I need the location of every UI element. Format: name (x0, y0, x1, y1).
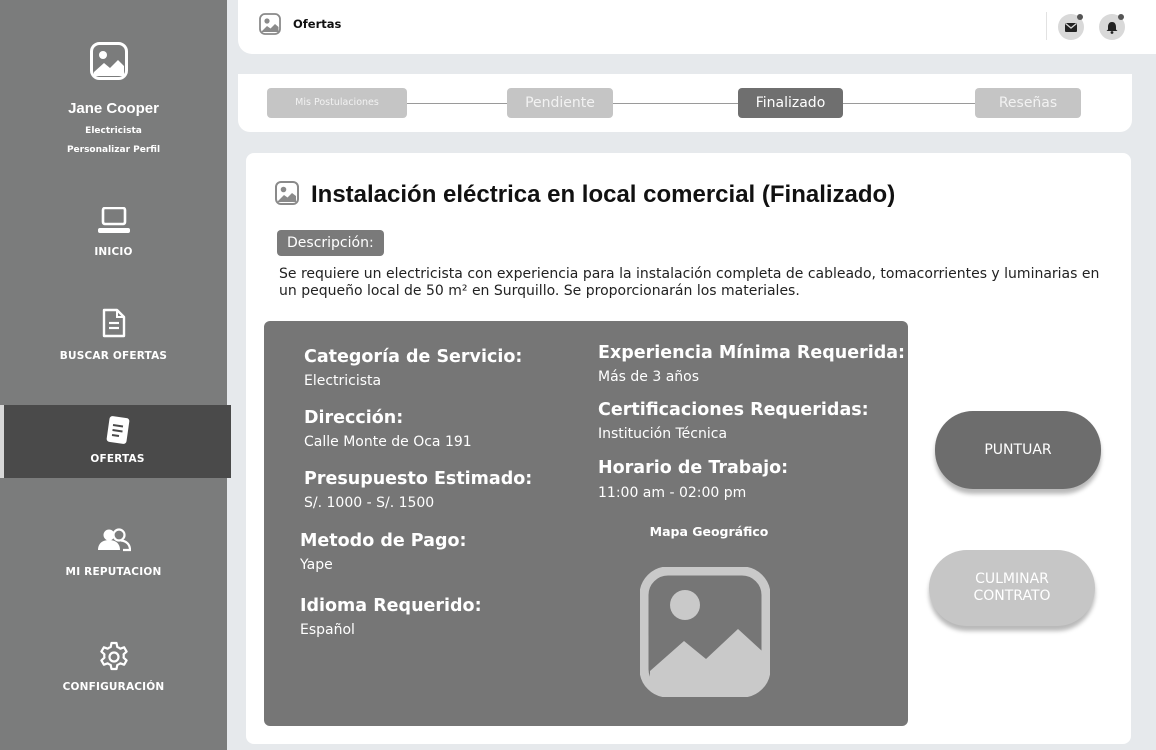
presupuesto-value: S/. 1000 - S/. 1500 (304, 495, 435, 511)
categoria-label: Categoría de Servicio: (304, 347, 523, 367)
edit-profile-link[interactable]: Personalizar Perfil (0, 145, 227, 155)
image-icon (259, 13, 281, 35)
puntuar-button[interactable]: PUNTUAR (935, 411, 1101, 489)
step-pendiente[interactable]: Pendiente (507, 88, 613, 118)
top-header: Ofertas (238, 0, 1156, 54)
horario-label: Horario de Trabajo: (598, 458, 789, 478)
nav-label-mi-reputacion: MI REPUTACION (65, 566, 162, 578)
nav-label-ofertas: OFERTAS (90, 453, 145, 465)
certificaciones-label: Certificaciones Requeridas: (598, 400, 869, 420)
direccion-value: Calle Monte de Oca 191 (304, 434, 472, 450)
nav-item-mi-reputacion[interactable]: MI REPUTACION (0, 518, 227, 591)
nav-label-buscar-ofertas: BUSCAR OFERTAS (59, 350, 168, 362)
header-divider (1046, 12, 1047, 40)
experiencia-label: Experiencia Mínima Requerida: (598, 343, 906, 363)
notepad-icon (106, 416, 129, 444)
users-icon (97, 528, 131, 552)
map-image-icon (640, 567, 770, 697)
offer-title: Instalación eléctrica en local comercial… (311, 181, 896, 208)
offer-card: Instalación eléctrica en local comercial… (246, 153, 1131, 744)
nav-label-inicio: INICIO (94, 246, 133, 258)
page-title: Ofertas (293, 17, 342, 31)
pago-value: Yape (300, 557, 333, 573)
avatar-image-icon (90, 42, 128, 80)
presupuesto-label: Presupuesto Estimado: (304, 469, 533, 489)
mail-button[interactable] (1058, 14, 1084, 40)
gear-icon (99, 641, 128, 671)
nav-item-configuracion[interactable]: CONFIGURACIÓN (0, 630, 227, 703)
notifications-button[interactable] (1099, 14, 1125, 40)
map-label: Mapa Geográfico (649, 524, 769, 539)
direccion-label: Dirección: (304, 408, 404, 428)
culminar-contrato-button[interactable]: CULMINAR CONTRATO (929, 550, 1095, 626)
offer-description: Se requiere un electricista con experien… (279, 266, 1100, 299)
offer-details-panel: Categoría de Servicio: Electricista Dire… (264, 321, 908, 726)
horario-value: 11:00 am - 02:00 pm (598, 485, 747, 501)
nav-label-configuracion: CONFIGURACIÓN (62, 681, 165, 693)
mail-icon (1065, 22, 1077, 32)
laptop-icon (97, 207, 130, 233)
profile-name: Jane Cooper (68, 100, 159, 117)
pago-label: Metodo de Pago: (300, 531, 467, 551)
nav-item-inicio[interactable]: INICIO (0, 196, 227, 269)
nav-item-ofertas[interactable]: OFERTAS (0, 405, 231, 478)
bell-icon (1106, 22, 1118, 34)
description-label: Descripción: (277, 230, 384, 256)
profile-role: Electricista (85, 126, 142, 136)
image-icon (275, 181, 299, 205)
idioma-value: Español (300, 622, 355, 638)
step-mis-postulaciones[interactable]: Mis Postulaciones (267, 88, 407, 118)
idioma-label: Idioma Requerido: (300, 596, 482, 616)
nav-item-buscar-ofertas[interactable]: BUSCAR OFERTAS (0, 300, 227, 373)
notification-dot (1118, 14, 1124, 20)
step-resenas[interactable]: Reseñas (975, 88, 1081, 118)
step-finalizado[interactable]: Finalizado (738, 88, 843, 118)
experiencia-value: Más de 3 años (598, 369, 700, 385)
categoria-value: Electricista (304, 373, 382, 389)
sidebar: Jane Cooper Electricista Personalizar Pe… (0, 0, 231, 750)
document-icon (102, 308, 125, 338)
mail-notification-dot (1077, 14, 1083, 20)
status-stepper: Mis Postulaciones Pendiente Finalizado R… (238, 74, 1132, 132)
certificaciones-value: Institución Técnica (598, 426, 728, 442)
